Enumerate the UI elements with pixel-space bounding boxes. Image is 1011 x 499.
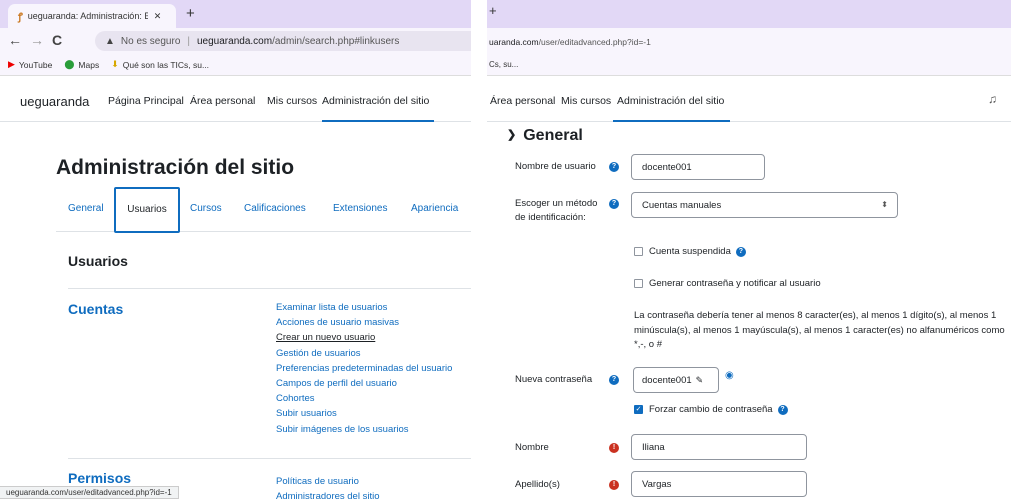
nav-my-courses[interactable]: Mis cursos xyxy=(561,95,611,107)
link-user-defaults[interactable]: Preferencias predeterminadas del usuario xyxy=(276,361,452,376)
pencil-icon[interactable]: ✎ xyxy=(696,375,704,386)
nav-site-admin[interactable]: Administración del sitio xyxy=(613,95,731,122)
required-icon: ! xyxy=(609,443,619,453)
window-gap xyxy=(471,0,487,499)
page-title: Administración del sitio xyxy=(56,156,295,179)
bookmark-fragment[interactable]: Cs, su... xyxy=(489,60,518,69)
lastname-input[interactable]: Vargas xyxy=(631,471,807,497)
nav-my-courses[interactable]: Mis cursos xyxy=(267,95,317,107)
bookmark-maps[interactable]: ⬤ Maps xyxy=(64,59,99,70)
eye-icon[interactable]: ◉ xyxy=(725,370,734,381)
help-icon[interactable]: ? xyxy=(609,375,619,385)
left-browser-window: ꝭ ueguaranda: Administración: Bus ✕ + ← … xyxy=(0,0,471,499)
section-header-general[interactable]: ❯ General xyxy=(507,127,583,145)
link-add-new-user[interactable]: Crear un nuevo usuario xyxy=(276,330,452,345)
youtube-icon: ▶ xyxy=(8,59,15,69)
site-brand[interactable]: ueguaranda xyxy=(20,94,89,109)
divider xyxy=(68,288,471,289)
nav-home[interactable]: Página Principal xyxy=(108,95,184,107)
link-browse-users[interactable]: Examinar lista de usuarios xyxy=(276,300,452,315)
tab-general[interactable]: General xyxy=(68,203,104,214)
bookmarks-bar: ▶ YouTube ⬤ Maps ⬇ Qué son las TICs, su.… xyxy=(0,54,471,76)
link-upload-pictures[interactable]: Subir imágenes de los usuarios xyxy=(276,422,452,437)
new-password-label: Nueva contraseña xyxy=(515,374,593,385)
browser-tab[interactable]: ꝭ ueguaranda: Administración: Bus ✕ xyxy=(8,4,176,28)
username-label: Nombre de usuario xyxy=(515,161,596,172)
suspended-checkbox[interactable]: Cuenta suspendida ? xyxy=(634,246,746,257)
checkbox[interactable] xyxy=(634,279,643,288)
url-host: uaranda.com xyxy=(489,37,539,47)
divider xyxy=(68,458,471,459)
lastname-label: Apellido(s) xyxy=(515,479,560,490)
url-field[interactable]: uaranda.com/user/editadvanced.php?id=-1 xyxy=(487,28,1011,54)
right-browser-window: + uaranda.com/user/editadvanced.php?id=-… xyxy=(487,0,1011,499)
help-icon[interactable]: ? xyxy=(609,162,619,172)
tab-strip: + xyxy=(487,0,1011,28)
select-arrows-icon: ⬍ xyxy=(881,200,888,209)
username-input[interactable]: docente001 xyxy=(631,154,765,180)
help-icon[interactable]: ? xyxy=(735,246,746,257)
forward-icon[interactable]: → xyxy=(30,32,44,48)
generate-password-checkbox[interactable]: Generar contraseña y notificar al usuari… xyxy=(634,278,821,289)
help-icon[interactable]: ? xyxy=(777,404,788,415)
url-path: /user/editadvanced.php?id=-1 xyxy=(538,37,651,47)
link-profile-fields[interactable]: Campos de perfil del usuario xyxy=(276,376,452,391)
accounts-link-list: Examinar lista de usuarios Acciones de u… xyxy=(276,300,452,437)
required-icon: ! xyxy=(609,480,619,490)
status-bar-url: ueguaranda.com/user/editadvanced.php?id=… xyxy=(0,486,179,499)
bookmark-tics[interactable]: ⬇ Qué son las TICs, su... xyxy=(111,59,209,70)
tab-title: ueguaranda: Administración: Bus xyxy=(27,11,148,21)
new-password-field[interactable]: docente001 ✎ xyxy=(633,367,719,393)
auth-method-label: Escoger un método de identificación: xyxy=(515,198,598,223)
nav-dashboard[interactable]: Área personal xyxy=(190,95,255,107)
link-user-policies[interactable]: Políticas de usuario xyxy=(276,474,380,489)
firstname-input[interactable]: Iliana xyxy=(631,434,807,460)
tab-plugins[interactable]: Extensiones xyxy=(333,203,387,214)
link-bulk-actions[interactable]: Acciones de usuario masivas xyxy=(276,315,452,330)
tab-appearance[interactable]: Apariencia xyxy=(411,203,458,214)
bookmark-youtube[interactable]: ▶ YouTube xyxy=(8,59,52,70)
tab-strip: ꝭ ueguaranda: Administración: Bus ✕ + xyxy=(0,0,471,28)
moodle-navbar: Área personal Mis cursos Administración … xyxy=(487,76,1011,122)
password-policy-text: La contraseña debería tener al menos 8 c… xyxy=(634,310,1005,350)
firstname-label: Nombre xyxy=(515,442,549,453)
group-heading-permissions[interactable]: Permisos xyxy=(68,470,131,486)
moodle-navbar: ueguaranda Página Principal Área persona… xyxy=(0,76,471,122)
new-tab-icon[interactable]: + xyxy=(489,3,497,18)
help-icon[interactable]: ? xyxy=(609,199,619,209)
nav-dashboard[interactable]: Área personal xyxy=(490,95,555,107)
admin-subtabs: General Usuarios Cursos Calificaciones E… xyxy=(56,185,471,233)
tab-courses[interactable]: Cursos xyxy=(190,203,222,214)
url-path: /admin/search.php#linkusers xyxy=(272,35,400,47)
auth-method-select[interactable]: Cuentas manuales ⬍ xyxy=(631,192,898,218)
group-heading-accounts[interactable]: Cuentas xyxy=(68,301,123,317)
tab-grades[interactable]: Calificaciones xyxy=(244,203,306,214)
section-heading: Usuarios xyxy=(68,253,128,269)
link-site-admins[interactable]: Administradores del sitio xyxy=(276,489,380,499)
permissions-link-list: Políticas de usuario Administradores del… xyxy=(276,474,380,499)
reload-icon[interactable]: C xyxy=(52,32,62,48)
tab-users[interactable]: Usuarios xyxy=(114,187,180,233)
address-bar-row: ← → C ▲ No es seguro | ueguaranda.com/ad… xyxy=(0,28,471,54)
url-host: ueguaranda.com xyxy=(197,35,273,47)
link-upload-users[interactable]: Subir usuarios xyxy=(276,406,452,421)
new-tab-icon[interactable]: + xyxy=(186,5,195,22)
chevron-down-icon: ❯ xyxy=(507,129,517,141)
link-cohorts[interactable]: Cohortes xyxy=(276,391,452,406)
url-field[interactable]: ▲ No es seguro | ueguaranda.com/admin/se… xyxy=(95,31,471,51)
bookmarks-bar: Cs, su... xyxy=(487,54,1011,76)
checkbox-checked[interactable]: ✓ xyxy=(634,405,643,414)
warning-icon: ▲ xyxy=(105,35,115,47)
force-password-change-checkbox[interactable]: ✓ Forzar cambio de contraseña ? xyxy=(634,404,788,415)
nav-site-admin[interactable]: Administración del sitio xyxy=(322,95,435,122)
checkbox[interactable] xyxy=(634,247,643,256)
maps-pin-icon: ⬤ xyxy=(64,59,75,69)
bell-icon[interactable]: ♫ xyxy=(988,92,997,106)
security-warning: No es seguro xyxy=(120,35,181,47)
moodle-hat-icon: ꝭ xyxy=(18,12,23,23)
back-icon[interactable]: ← xyxy=(8,32,22,48)
link-user-management[interactable]: Gestión de usuarios xyxy=(276,346,452,361)
close-icon[interactable]: ✕ xyxy=(154,11,162,22)
download-icon: ⬇ xyxy=(111,59,119,69)
